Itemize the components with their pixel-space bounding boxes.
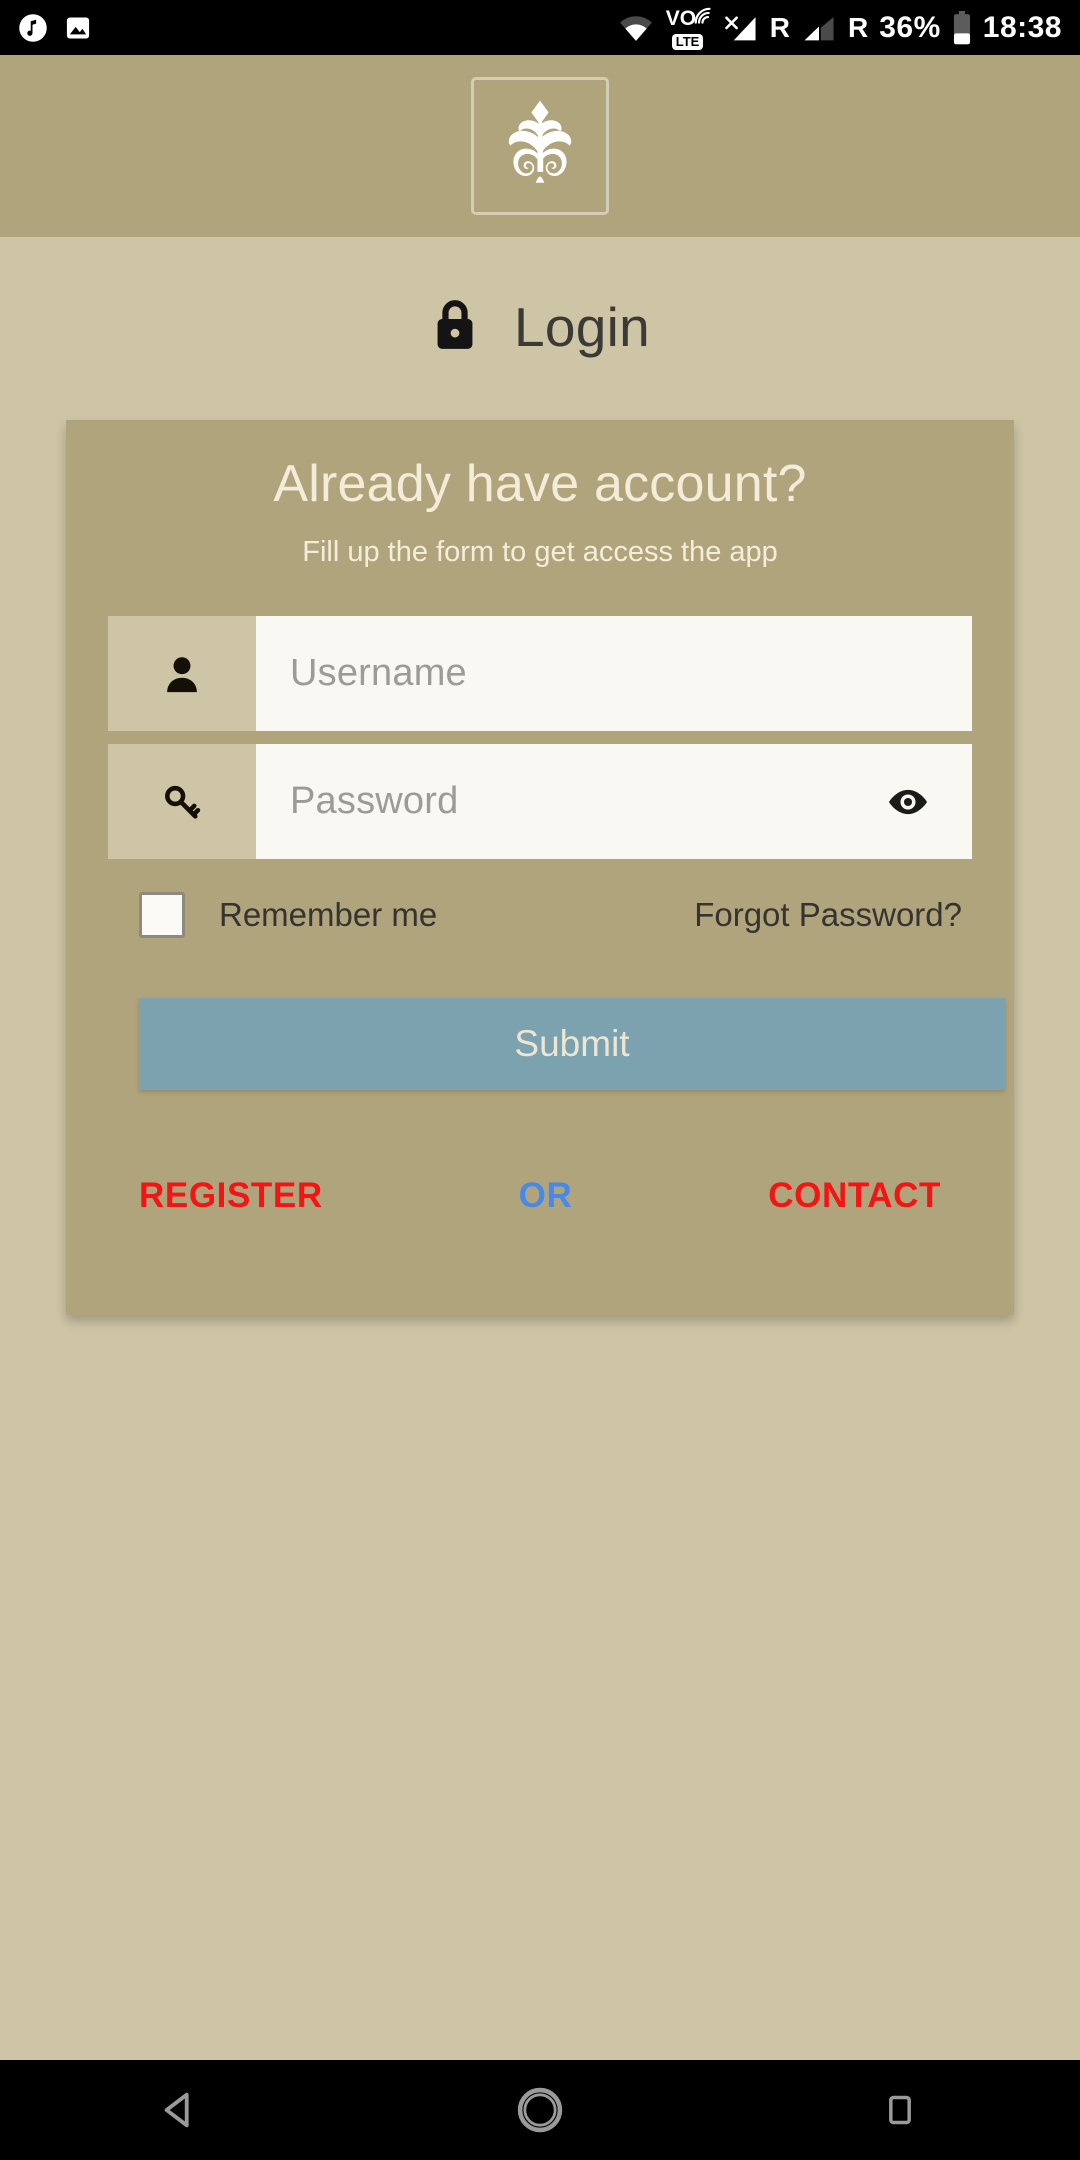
password-row[interactable]: Password bbox=[108, 744, 972, 859]
login-card: Already have account? Fill up the form t… bbox=[66, 420, 1014, 1315]
roaming-indicator-2: R bbox=[847, 11, 869, 43]
card-subtitle: Fill up the form to get access the app bbox=[302, 536, 778, 568]
username-row[interactable]: Username bbox=[108, 616, 972, 731]
volte-lte-label: LTE bbox=[671, 33, 704, 50]
app-header bbox=[0, 55, 1080, 237]
remember-forgot-row: Remember me Forgot Password? bbox=[108, 885, 972, 945]
page-title-row: Login bbox=[0, 295, 1080, 359]
or-separator: OR bbox=[518, 1176, 573, 1215]
status-bar-right-icons: VO LTE R R 36% 18:38 bbox=[617, 6, 1062, 50]
submit-button[interactable]: Submit bbox=[139, 998, 1005, 1090]
forgot-password-link[interactable]: Forgot Password? bbox=[694, 896, 962, 934]
roaming-indicator-1: R bbox=[769, 11, 790, 43]
volte-icon: VO LTE bbox=[665, 6, 712, 50]
image-icon bbox=[64, 14, 92, 42]
password-input[interactable]: Password bbox=[256, 744, 972, 859]
wifi-icon bbox=[617, 13, 655, 43]
signal-no-service-icon bbox=[723, 12, 759, 44]
clock: 18:38 bbox=[982, 10, 1062, 44]
submit-button-label: Submit bbox=[514, 1023, 630, 1064]
username-input[interactable]: Username bbox=[256, 616, 972, 731]
music-note-icon bbox=[18, 13, 48, 43]
key-icon bbox=[108, 744, 256, 859]
volte-vo-label: VO bbox=[665, 6, 697, 30]
username-placeholder: Username bbox=[290, 652, 467, 694]
action-links-row: REGISTER OR CONTACT bbox=[108, 1176, 972, 1216]
remember-me-label[interactable]: Remember me bbox=[219, 896, 437, 934]
status-bar-left-icons bbox=[18, 13, 92, 43]
password-placeholder: Password bbox=[290, 780, 459, 822]
contact-link[interactable]: CONTACT bbox=[768, 1176, 941, 1216]
card-title: Already have account? bbox=[273, 455, 807, 513]
status-bar: VO LTE R R 36% 18:38 bbox=[0, 0, 1080, 55]
page-title: Login bbox=[513, 296, 651, 358]
app-logo-palmette bbox=[471, 77, 609, 215]
battery-icon bbox=[952, 10, 972, 45]
lock-icon bbox=[430, 297, 480, 358]
android-navigation-bar bbox=[0, 2060, 1080, 2160]
home-button[interactable] bbox=[460, 2060, 620, 2160]
person-icon bbox=[108, 616, 256, 731]
eye-icon[interactable] bbox=[880, 774, 936, 830]
signal-bars-icon bbox=[801, 12, 837, 44]
battery-percentage: 36% bbox=[879, 10, 941, 44]
recents-button[interactable] bbox=[820, 2060, 980, 2160]
register-link[interactable]: REGISTER bbox=[139, 1176, 323, 1216]
back-button[interactable] bbox=[100, 2060, 260, 2160]
remember-me-checkbox[interactable] bbox=[139, 892, 185, 938]
